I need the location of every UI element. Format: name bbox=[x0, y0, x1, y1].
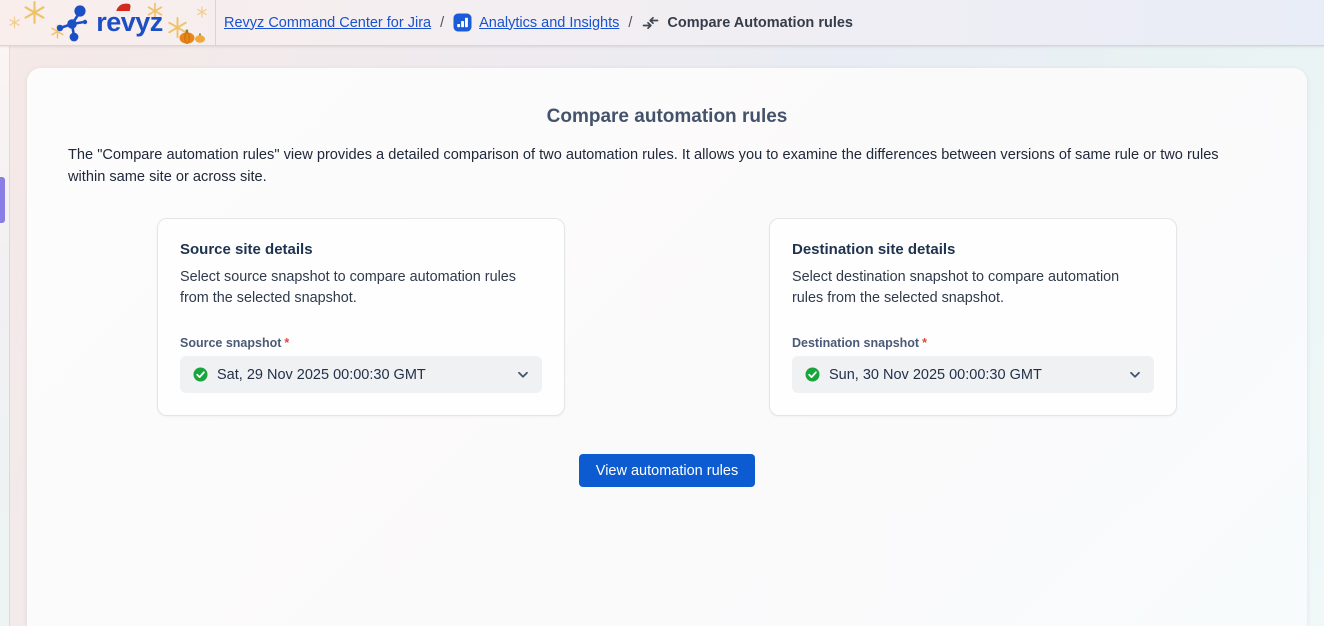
source-card-title: Source site details bbox=[180, 241, 542, 258]
snowflake-decoration-icon bbox=[8, 16, 21, 29]
chevron-down-icon bbox=[517, 371, 529, 379]
destination-card-description: Select destination snapshot to compare a… bbox=[792, 267, 1154, 309]
source-card-description: Select source snapshot to compare automa… bbox=[180, 267, 542, 309]
check-circle-icon bbox=[805, 367, 820, 382]
santa-hat-icon bbox=[112, 0, 139, 16]
pumpkin-icon bbox=[194, 33, 206, 43]
required-marker: * bbox=[922, 336, 927, 350]
breadcrumb-current-label: Compare Automation rules bbox=[667, 15, 853, 31]
destination-snapshot-label-text: Destination snapshot bbox=[792, 336, 919, 350]
destination-snapshot-label: Destination snapshot* bbox=[792, 336, 1154, 350]
destination-card-title: Destination site details bbox=[792, 241, 1154, 258]
breadcrumb-link-command-center[interactable]: Revyz Command Center for Jira bbox=[224, 15, 431, 31]
snowflake-decoration-icon bbox=[22, 0, 47, 25]
breadcrumb-link-analytics[interactable]: Analytics and Insights bbox=[479, 15, 619, 31]
page-title: Compare automation rules bbox=[27, 106, 1307, 128]
compare-arrows-icon bbox=[641, 15, 660, 31]
view-automation-rules-button[interactable]: View automation rules bbox=[579, 454, 755, 487]
source-snapshot-label-text: Source snapshot bbox=[180, 336, 281, 350]
breadcrumb: Revyz Command Center for Jira / Analytic… bbox=[216, 13, 853, 32]
brand-logo[interactable]: revyz bbox=[0, 0, 216, 45]
page-description: The "Compare automation rules" view prov… bbox=[68, 144, 1238, 188]
breadcrumb-separator: / bbox=[628, 15, 632, 31]
destination-site-card: Destination site details Select destinat… bbox=[769, 218, 1177, 416]
destination-snapshot-select[interactable]: Sun, 30 Nov 2025 00:00:30 GMT bbox=[792, 356, 1154, 393]
bar-chart-icon bbox=[453, 13, 472, 32]
left-rail bbox=[0, 0, 10, 626]
breadcrumb-separator: / bbox=[440, 15, 444, 31]
check-circle-icon bbox=[193, 367, 208, 382]
source-site-card: Source site details Select source snapsh… bbox=[157, 218, 565, 416]
scroll-indicator[interactable] bbox=[0, 177, 5, 223]
source-snapshot-select[interactable]: Sat, 29 Nov 2025 00:00:30 GMT bbox=[180, 356, 542, 393]
breadcrumb-current-page: Compare Automation rules bbox=[641, 15, 853, 31]
destination-snapshot-value: Sun, 30 Nov 2025 00:00:30 GMT bbox=[829, 367, 1042, 383]
chevron-down-icon bbox=[1129, 371, 1141, 379]
site-cards-row: Source site details Select source snapsh… bbox=[27, 218, 1307, 416]
source-snapshot-value: Sat, 29 Nov 2025 00:00:30 GMT bbox=[217, 367, 426, 383]
snowflake-decoration-icon bbox=[196, 6, 208, 18]
top-header: revyz Revyz Command Center for Jira / An… bbox=[0, 0, 1324, 46]
source-snapshot-label: Source snapshot* bbox=[180, 336, 542, 350]
compare-rules-panel: Compare automation rules The "Compare au… bbox=[27, 68, 1307, 626]
revyz-molecule-logo-icon bbox=[52, 2, 94, 44]
actions-row: View automation rules bbox=[27, 454, 1307, 487]
required-marker: * bbox=[284, 336, 289, 350]
